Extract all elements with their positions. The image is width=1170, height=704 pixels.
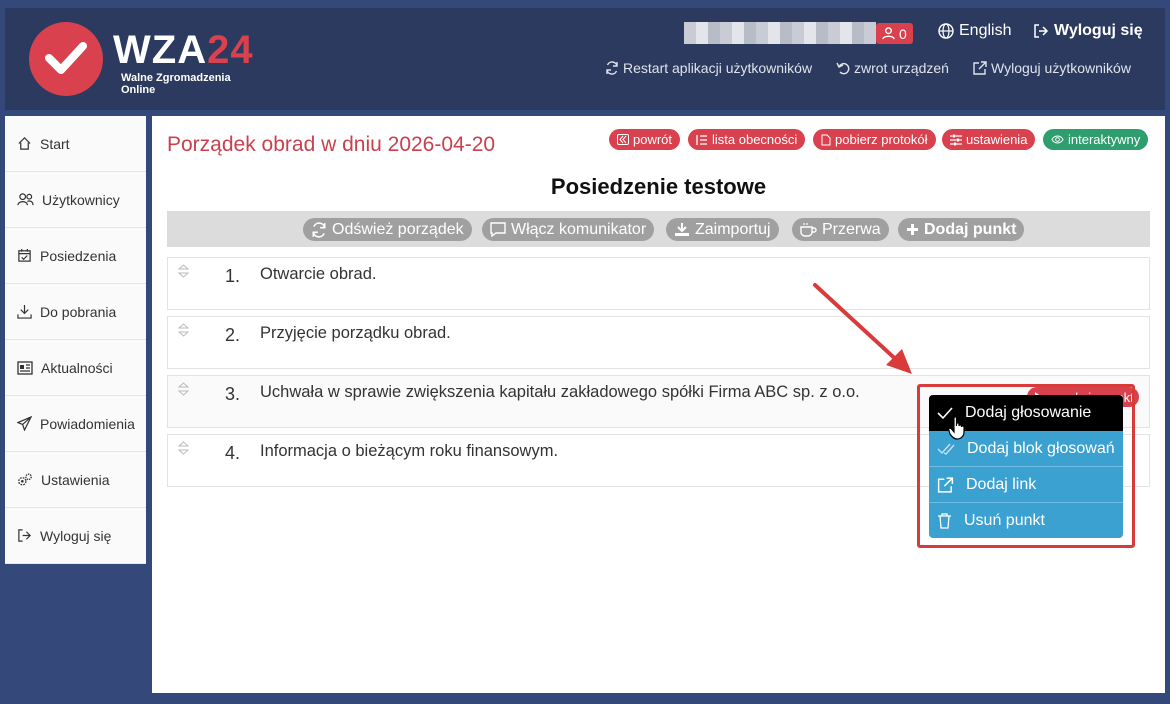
double-check-icon bbox=[937, 443, 955, 455]
interactive-mode-button[interactable]: interaktywny bbox=[1043, 129, 1149, 150]
app-logo[interactable]: WZA24 Walne Zgromadzenia Online bbox=[29, 22, 259, 98]
calendar-icon bbox=[18, 248, 31, 262]
user-name-blurred bbox=[684, 22, 876, 44]
news-icon bbox=[17, 360, 33, 375]
logout-icon bbox=[18, 529, 31, 542]
chat-icon bbox=[490, 222, 506, 237]
download-icon bbox=[675, 223, 689, 236]
sort-handle-icon[interactable] bbox=[178, 323, 189, 337]
page-title: Porządek obrad w dniu 2026-04-20 bbox=[167, 133, 496, 156]
globe-icon bbox=[938, 23, 954, 39]
add-item-button[interactable]: Dodaj punkt bbox=[898, 218, 1025, 241]
user-notifications-badge[interactable]: 0 bbox=[876, 23, 913, 44]
logout-icon bbox=[1034, 24, 1049, 38]
external-link-icon bbox=[973, 61, 987, 75]
add-link-option[interactable]: Dodaj link bbox=[929, 467, 1123, 503]
logo-tagline: Walne Zgromadzenia Online bbox=[121, 72, 231, 96]
sidebar-item-news[interactable]: Aktualności bbox=[5, 340, 146, 396]
refresh-agenda-button[interactable]: Odśwież porządek bbox=[303, 218, 472, 241]
logout-link[interactable]: Wyloguj się bbox=[1033, 22, 1143, 40]
restart-apps-link[interactable]: Restart aplikacji użytkowników bbox=[605, 60, 812, 76]
list-icon bbox=[696, 134, 707, 145]
sidebar-item-start[interactable]: Start bbox=[5, 116, 146, 172]
download-protocol-button[interactable]: pobierz protokół bbox=[813, 129, 936, 150]
logout-users-link[interactable]: Wyloguj użytkowników bbox=[973, 60, 1131, 76]
logo-brand: WZA24 bbox=[113, 28, 254, 72]
home-icon bbox=[18, 137, 31, 150]
enable-chat-button[interactable]: Włącz komunikator bbox=[482, 218, 655, 241]
sliders-icon bbox=[950, 134, 962, 145]
sync-icon bbox=[312, 221, 326, 238]
download-icon bbox=[17, 304, 32, 319]
logo-check-icon bbox=[29, 22, 103, 96]
sidebar-item-downloads[interactable]: Do pobrania bbox=[5, 284, 146, 340]
user-icon bbox=[882, 27, 895, 40]
meeting-title: Posiedzenie testowe bbox=[550, 174, 767, 199]
undo-icon bbox=[836, 62, 850, 75]
sync-icon bbox=[606, 61, 618, 75]
agenda-item[interactable]: 1. Otwarcie obrad. bbox=[167, 257, 1150, 310]
sort-handle-icon[interactable] bbox=[178, 382, 189, 396]
agenda-item[interactable]: 2. Przyjęcie porządku obrad. bbox=[167, 316, 1150, 369]
sidebar-item-settings[interactable]: Ustawienia bbox=[5, 452, 146, 508]
paper-plane-icon bbox=[17, 416, 32, 431]
sidebar: Start Użytkownicy Posiedzenia Do pobrani… bbox=[5, 116, 146, 564]
break-button[interactable]: Przerwa bbox=[792, 218, 889, 241]
eye-icon bbox=[1051, 135, 1064, 144]
language-label: English bbox=[959, 22, 1012, 39]
device-return-link[interactable]: zwrot urządzeń bbox=[836, 60, 949, 76]
language-switch[interactable]: English bbox=[938, 22, 1011, 40]
backward-icon bbox=[617, 134, 629, 145]
top-header: WZA24 Walne Zgromadzenia Online 0 Englis… bbox=[5, 8, 1165, 110]
back-button[interactable]: powrót bbox=[609, 129, 681, 150]
sidebar-item-meetings[interactable]: Posiedzenia bbox=[5, 228, 146, 284]
attendance-button[interactable]: lista obecności bbox=[688, 129, 806, 150]
sort-handle-icon[interactable] bbox=[178, 441, 189, 455]
logout-label: Wyloguj się bbox=[1054, 22, 1143, 39]
import-button[interactable]: Zaimportuj bbox=[666, 218, 779, 241]
coffee-cup-icon bbox=[800, 223, 817, 237]
external-link-icon bbox=[937, 476, 954, 493]
notif-count: 0 bbox=[899, 25, 907, 42]
agenda-toolbar: Odśwież porządek Włącz komunikator Zaimp… bbox=[167, 211, 1150, 247]
sidebar-item-notifications[interactable]: Powiadomienia bbox=[5, 396, 146, 452]
settings-button[interactable]: ustawienia bbox=[942, 129, 1036, 150]
hand-cursor-icon bbox=[948, 416, 965, 440]
sidebar-item-logout[interactable]: Wyloguj się bbox=[5, 508, 146, 564]
users-icon bbox=[17, 193, 34, 206]
sort-handle-icon[interactable] bbox=[178, 264, 189, 278]
delete-item-option[interactable]: Usuń punkt bbox=[929, 503, 1123, 538]
trash-icon bbox=[938, 513, 951, 529]
sidebar-item-users[interactable]: Użytkownicy bbox=[5, 172, 146, 228]
plus-icon bbox=[907, 224, 918, 235]
pdf-file-icon bbox=[821, 134, 831, 145]
gears-icon bbox=[18, 473, 32, 486]
